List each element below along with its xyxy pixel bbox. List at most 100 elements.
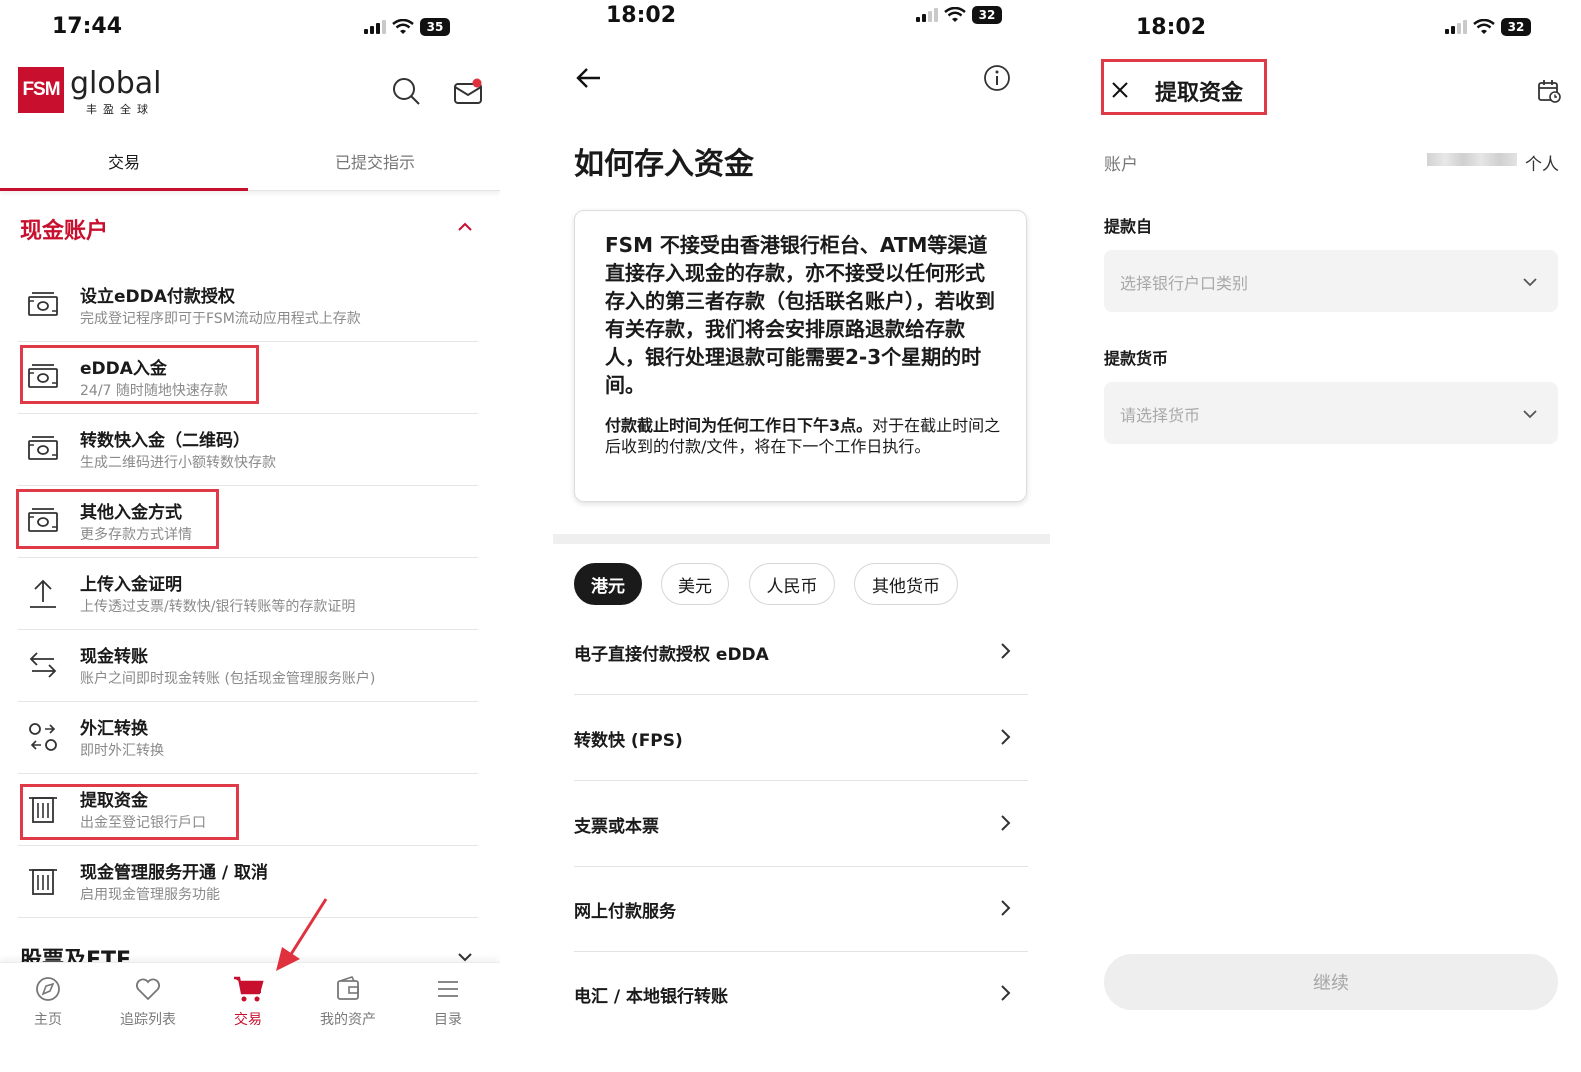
method-label: 电汇 / 本地银行转账 bbox=[574, 987, 729, 1007]
menu-item-subtitle: 启用现金管理服务功能 bbox=[80, 887, 220, 903]
chevron-down-icon bbox=[1523, 278, 1537, 287]
tab-submitted-orders[interactable]: 已提交指示 bbox=[335, 149, 415, 173]
bottom-nav: 主页 追踪列表 交易 我的资产 目录 bbox=[0, 962, 500, 1072]
upload-icon bbox=[30, 579, 56, 608]
tab-bar: 交易 已提交指示 bbox=[0, 135, 500, 191]
wifi-icon bbox=[944, 7, 966, 22]
status-icons: 35 bbox=[364, 18, 450, 36]
menu-item-subtitle: 即时外汇转换 bbox=[80, 743, 164, 759]
notice-cutoff-text: 付款截止时间为任何工作日下午3点。对于在截止时间之后收到的付款/文件，将在下一个… bbox=[605, 415, 1004, 457]
nav-label: 追踪列表 bbox=[120, 1012, 176, 1028]
chevron-right-icon bbox=[1001, 643, 1011, 659]
nav-label: 主页 bbox=[34, 1012, 62, 1028]
chevron-right-icon bbox=[1001, 729, 1011, 745]
status-time: 18:02 bbox=[606, 3, 677, 28]
menu-item-upload-proof[interactable]: 上传入金证明 上传透过支票/转数快/银行转账等的存款证明 bbox=[18, 558, 478, 630]
withdraw-currency-label: 提款货币 bbox=[1104, 349, 1169, 368]
method-online-payment[interactable]: 网上付款服务 bbox=[574, 867, 1028, 952]
chip-usd[interactable]: 美元 bbox=[661, 563, 729, 605]
notice-main-text: FSM 不接受由香港银行柜台、ATM等渠道直接存入现金的存款，亦不接受以任何形式… bbox=[605, 233, 995, 397]
account-label: 账户 bbox=[1104, 155, 1138, 175]
menu-item-setup-edda[interactable]: 设立eDDA付款授权 完成登记程序即可于FSM流动应用程式上存款 bbox=[18, 270, 478, 342]
nav-label: 交易 bbox=[234, 1012, 262, 1028]
transfer-icon bbox=[29, 652, 57, 678]
back-arrow-icon[interactable] bbox=[575, 64, 603, 92]
deposit-guide-screen: 18:02 32 如何存入资金 FSM 不接受由香港银行柜台、ATM等渠道直接存… bbox=[553, 0, 1050, 1072]
chevron-right-icon bbox=[1001, 815, 1011, 831]
menu-item-title: 外汇转换 bbox=[80, 719, 148, 739]
menu-item-cash-management[interactable]: 现金管理服务开通 / 取消 启用现金管理服务功能 bbox=[18, 846, 478, 918]
menu-item-cash-transfer[interactable]: 现金转账 账户之间即时现金转账 (包括现金管理服务账户) bbox=[18, 630, 478, 702]
menu-item-subtitle: 生成二维码进行小额转数快存款 bbox=[80, 455, 276, 471]
nav-label: 目录 bbox=[434, 1012, 462, 1028]
currency-select[interactable]: 请选择货币 bbox=[1104, 382, 1558, 444]
tab-trade[interactable]: 交易 bbox=[108, 149, 140, 173]
menu-item-title: 上传入金证明 bbox=[80, 575, 182, 595]
signal-icon bbox=[1445, 20, 1467, 34]
heart-icon bbox=[136, 978, 160, 1001]
highlight-withdraw-title bbox=[1101, 59, 1267, 115]
status-time: 18:02 bbox=[1136, 15, 1207, 40]
method-label: 支票或本票 bbox=[574, 817, 659, 837]
method-label: 电子直接付款授权 eDDA bbox=[574, 645, 769, 665]
nav-directory[interactable]: 目录 bbox=[403, 975, 493, 1029]
nav-my-assets[interactable]: 我的资产 bbox=[303, 975, 393, 1029]
chevron-right-icon bbox=[1001, 900, 1011, 916]
fx-convert-icon bbox=[29, 723, 57, 751]
deposit-notice-card: FSM 不接受由香港银行柜台、ATM等渠道直接存入现金的存款，亦不接受以任何形式… bbox=[574, 210, 1027, 502]
account-type: 个人 bbox=[1525, 155, 1559, 175]
method-label: 网上付款服务 bbox=[574, 902, 676, 922]
battery-icon: 35 bbox=[420, 18, 450, 36]
method-wire-transfer[interactable]: 电汇 / 本地银行转账 bbox=[574, 952, 1028, 1037]
wifi-icon bbox=[1473, 19, 1495, 34]
chevron-down-icon bbox=[1523, 410, 1537, 419]
withdraw-screen: 18:02 32 提取资金 账户 个人 提款自 选择银行户口类别 提款货币 请选… bbox=[1085, 0, 1581, 1072]
battery-icon: 32 bbox=[972, 6, 1002, 24]
logo-subtitle: 丰盈全球 bbox=[86, 103, 154, 116]
annotation-arrow bbox=[276, 898, 328, 971]
bank-account-type-select[interactable]: 选择银行户口类别 bbox=[1104, 250, 1558, 312]
notice-cutoff-bold: 付款截止时间为任何工作日下午3点。 bbox=[605, 416, 873, 435]
nav-label: 我的资产 bbox=[320, 1012, 376, 1028]
wallet-icon bbox=[337, 976, 359, 1000]
fsm-logo: FSM bbox=[18, 67, 64, 113]
select-placeholder: 选择银行户口类别 bbox=[1120, 274, 1249, 293]
masked-account-number bbox=[1427, 153, 1517, 166]
nav-watchlist[interactable]: 追踪列表 bbox=[103, 975, 193, 1029]
mail-icon[interactable] bbox=[453, 76, 485, 106]
signal-icon bbox=[364, 20, 386, 34]
method-label: 转数快 (FPS) bbox=[574, 731, 683, 751]
menu-item-title: 现金管理服务开通 / 取消 bbox=[80, 863, 269, 883]
chip-hkd[interactable]: 港元 bbox=[574, 563, 642, 605]
status-time: 17:44 bbox=[52, 14, 123, 39]
calendar-history-icon[interactable] bbox=[1536, 78, 1562, 104]
section-divider bbox=[553, 534, 1050, 544]
menu-item-title: 现金转账 bbox=[80, 647, 148, 667]
info-icon[interactable] bbox=[983, 64, 1011, 92]
nav-trade[interactable]: 交易 bbox=[203, 975, 293, 1029]
menu-item-fx-convert[interactable]: 外汇转换 即时外汇转换 bbox=[18, 702, 478, 774]
menu-item-subtitle: 上传透过支票/转数快/银行转账等的存款证明 bbox=[80, 599, 356, 615]
withdraw-from-label: 提款自 bbox=[1104, 217, 1153, 236]
menu-item-title: 设立eDDA付款授权 bbox=[80, 287, 235, 307]
continue-button[interactable]: 继续 bbox=[1104, 954, 1558, 1010]
method-fps[interactable]: 转数快 (FPS) bbox=[574, 696, 1028, 781]
cart-icon bbox=[234, 976, 264, 1002]
cash-icon bbox=[28, 436, 58, 460]
search-icon[interactable] bbox=[391, 76, 421, 106]
chip-rmb[interactable]: 人民币 bbox=[749, 563, 835, 605]
nav-home[interactable]: 主页 bbox=[3, 975, 93, 1029]
method-cheque[interactable]: 支票或本票 bbox=[574, 782, 1028, 867]
chip-other-currency[interactable]: 其他货币 bbox=[854, 563, 958, 605]
chevron-up-icon[interactable] bbox=[456, 220, 474, 234]
active-tab-indicator bbox=[0, 188, 248, 191]
menu-item-fps-qr-deposit[interactable]: 转数快入金（二维码） 生成二维码进行小额转数快存款 bbox=[18, 414, 478, 486]
method-edda[interactable]: 电子直接付款授权 eDDA bbox=[574, 610, 1028, 695]
bank-icon bbox=[29, 869, 57, 895]
home-icon bbox=[36, 977, 60, 1001]
highlight-withdraw bbox=[20, 784, 239, 840]
highlight-edda-deposit bbox=[20, 345, 259, 404]
signal-icon bbox=[916, 8, 938, 22]
menu-icon bbox=[438, 981, 458, 997]
section-title-cash-account: 现金账户 bbox=[20, 219, 109, 244]
